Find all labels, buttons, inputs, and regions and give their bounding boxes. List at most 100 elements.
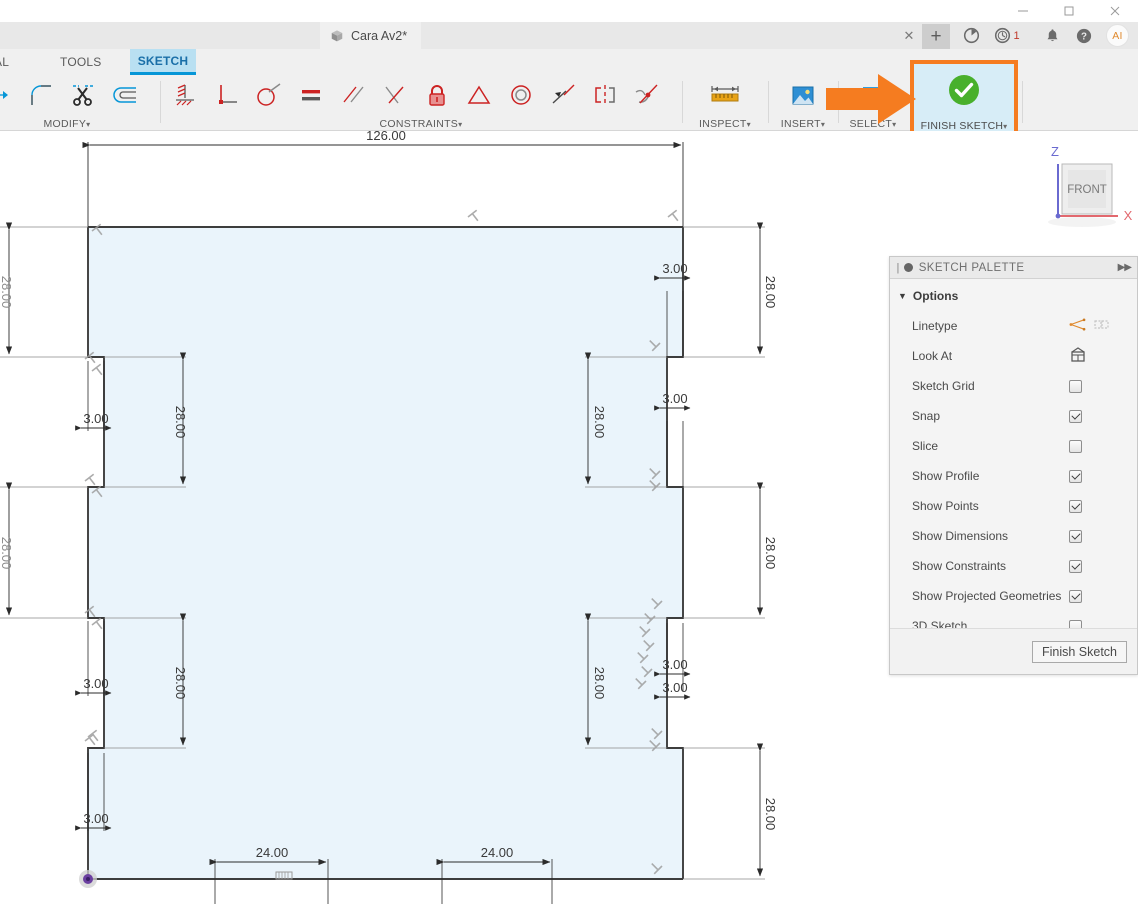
window-title-bar [0, 0, 1138, 22]
tab-tools[interactable]: TOOLS [48, 49, 113, 75]
show-dimensions-row[interactable]: Show Dimensions [890, 521, 1137, 551]
tangent-icon[interactable] [248, 75, 290, 115]
show-points-checkbox[interactable] [1069, 499, 1082, 513]
history-clock-icon[interactable]: 1 [990, 22, 1024, 49]
linetype-row[interactable]: Linetype [890, 311, 1137, 341]
snap-checkbox[interactable] [1069, 409, 1082, 423]
dim-right-top-notch-label: 3.00 [662, 261, 687, 276]
show-profile-label: Show Profile [912, 469, 980, 483]
dim-right-lower-notch-2[interactable]: 3.00 [654, 680, 691, 700]
horizontal-vertical-icon[interactable] [164, 75, 206, 115]
dim-left-band-2-label: 28.00 [0, 537, 14, 570]
collapse-dot-icon[interactable] [903, 263, 913, 272]
concentric-icon[interactable] [500, 75, 542, 115]
dim-right-band-3[interactable]: 28.00 [683, 482, 778, 619]
dim-right-band-2-label: 28.00 [592, 406, 607, 439]
insert-panel: INSERT▾ [772, 75, 834, 131]
slice-row[interactable]: Slice [890, 431, 1137, 461]
sketch-grid-row[interactable]: Sketch Grid [890, 371, 1137, 401]
axis-z-label: Z [1051, 144, 1059, 159]
show-points-row[interactable]: Show Points [890, 491, 1137, 521]
dim-left-band-1-label: 28.00 [0, 276, 14, 309]
job-status-icon[interactable] [958, 22, 984, 49]
image-icon[interactable] [782, 75, 824, 115]
tab-solid[interactable]: AL [0, 49, 21, 75]
modify-panel-label: MODIFY▾ [43, 118, 91, 130]
midpoint-triangle-icon[interactable] [458, 75, 500, 115]
sketch-palette-footer: Finish Sketch [890, 628, 1137, 674]
dim-inner-band-3-label: 28.00 [592, 667, 607, 700]
scissors-trim-icon[interactable] [62, 75, 104, 115]
linetype-label: Linetype [912, 319, 958, 333]
collinear-icon[interactable] [374, 75, 416, 115]
tab-sketch[interactable]: SKETCH [130, 49, 196, 75]
expand-arrows-icon[interactable]: ▶▶ [1118, 262, 1132, 273]
sketch-palette[interactable]: || SKETCH PALETTE ▶▶ ▼ Options Linetype [889, 256, 1138, 675]
dim-left-band-2[interactable]: 28.00 [0, 482, 88, 619]
view-cube[interactable]: FRONT Z X [1024, 140, 1138, 248]
dim-left-band-1[interactable]: 28.00 [0, 222, 88, 358]
look-at-label: Look At [912, 349, 953, 363]
dim-right-band-1[interactable]: 28.00 [683, 222, 778, 358]
curvature-icon[interactable] [626, 75, 668, 115]
dim-right-mid-notch-label: 3.00 [662, 391, 687, 406]
coincident-icon[interactable] [542, 75, 584, 115]
show-constraints-checkbox[interactable] [1069, 559, 1082, 573]
offset-button[interactable] [104, 75, 146, 115]
look-at-row[interactable]: Look At [890, 341, 1137, 371]
minimize-button[interactable] [1000, 0, 1046, 22]
show-profile-checkbox[interactable] [1069, 469, 1082, 483]
dim-left-notch-2-label: 3.00 [83, 676, 108, 691]
dim-right-band-4-label: 28.00 [763, 798, 778, 831]
new-tab-button[interactable]: + [922, 24, 950, 49]
palette-finish-sketch-button[interactable]: Finish Sketch [1031, 640, 1127, 663]
show-dimensions-label: Show Dimensions [912, 529, 1009, 543]
dim-right-band-4[interactable]: 28.00 [683, 743, 778, 880]
construction-line-icon[interactable] [1069, 317, 1086, 335]
slice-checkbox[interactable] [1069, 439, 1082, 453]
show-projected-geometries-checkbox[interactable] [1069, 589, 1082, 603]
options-section-header[interactable]: ▼ Options [890, 285, 1137, 311]
maximize-button[interactable] [1046, 0, 1092, 22]
ruler-measure-icon[interactable] [704, 75, 746, 115]
sketch-grid-checkbox[interactable] [1069, 379, 1082, 393]
show-profile-row[interactable]: Show Profile [890, 461, 1137, 491]
symmetry-icon[interactable] [584, 75, 626, 115]
show-projected-geometries-row[interactable]: Show Projected Geometries [890, 581, 1137, 611]
dim-overall-width-label: 126.00 [366, 131, 406, 143]
bell-icon[interactable] [1040, 22, 1064, 49]
document-tab[interactable]: Cara Av2* [320, 22, 422, 49]
lock-icon[interactable] [416, 75, 458, 115]
dim-right-lower-notch-1-label: 3.00 [662, 657, 687, 672]
snap-row[interactable]: Snap [890, 401, 1137, 431]
palette-grip-icon[interactable]: || [896, 262, 899, 274]
close-button[interactable] [1092, 0, 1138, 22]
show-constraints-label: Show Constraints [912, 559, 1007, 573]
dim-inner-band-1-label: 28.00 [173, 406, 188, 439]
history-badge: 1 [1013, 29, 1020, 42]
avatar[interactable]: AI [1106, 24, 1129, 47]
finish-sketch-button[interactable]: FINISH SKETCH▾ [910, 60, 1018, 138]
close-tab-button[interactable]: ✕ [898, 22, 920, 49]
centerline-icon[interactable] [1094, 318, 1110, 335]
equal-icon[interactable] [290, 75, 332, 115]
sketch-origin-point[interactable] [79, 870, 97, 888]
document-title: Cara Av2* [351, 28, 408, 43]
perpendicular-icon[interactable] [206, 75, 248, 115]
fillet-button[interactable] [20, 75, 62, 115]
dim-overall-width[interactable]: 126.00 [82, 131, 684, 227]
show-dimensions-checkbox[interactable] [1069, 529, 1082, 543]
modify-panel: MODIFY▾ [0, 75, 156, 131]
parallel-icon[interactable] [332, 75, 374, 115]
sketch-palette-header[interactable]: || SKETCH PALETTE ▶▶ [890, 257, 1137, 279]
help-icon[interactable]: ? [1072, 22, 1096, 49]
show-constraints-row[interactable]: Show Constraints [890, 551, 1137, 581]
dim-left-notch-1-label: 3.00 [83, 411, 108, 426]
cube-icon [330, 29, 344, 43]
look-at-icon[interactable] [1069, 346, 1087, 366]
snap-label: Snap [912, 409, 941, 423]
sketch-palette-body: ▼ Options Linetype Look At Sketch Grid S… [890, 279, 1137, 650]
axis-x-label: X [1124, 208, 1133, 223]
sketch-palette-title: SKETCH PALETTE [918, 261, 1025, 274]
move-copy-button[interactable] [0, 75, 20, 115]
